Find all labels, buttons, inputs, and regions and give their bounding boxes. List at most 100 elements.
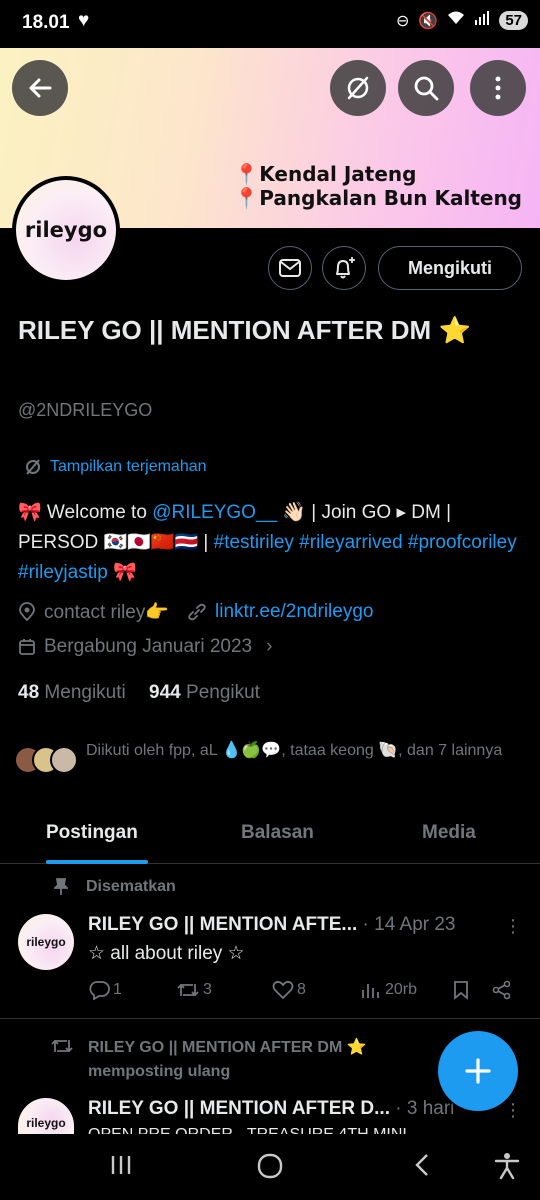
notify-button[interactable] (322, 246, 366, 290)
show-translation-label: Tampilkan terjemahan (50, 458, 207, 475)
banner-line-2: Pangkalan Bun Kalteng (259, 186, 522, 210)
plus-icon (465, 1058, 491, 1084)
location-text: contact riley👉 (44, 602, 170, 623)
translate-icon (26, 459, 40, 475)
follow-stats: 48 Mengikuti 944 Pengikut (18, 682, 260, 704)
joined-date: Bergabung Januari 2023 (44, 636, 253, 657)
battery-indicator: 57 (499, 11, 528, 30)
avatar-text: rileygo (26, 935, 66, 949)
status-bar: 18.01 ♥ ⊖ 🔇 57 (0, 0, 540, 48)
bar-chart-icon (362, 984, 379, 998)
pinned-label: Disematkan (86, 878, 176, 895)
followed-by[interactable]: Diikuti oleh fpp, aL 💧🍏💬, tataa keong 🐚,… (14, 738, 514, 778)
active-tab-indicator (46, 860, 148, 864)
arrow-left-icon (29, 78, 52, 98)
message-button[interactable] (268, 246, 312, 290)
bookmark-button[interactable] (452, 980, 470, 1000)
follower-avatars (14, 738, 80, 778)
followers-stat[interactable]: 944 Pengikut (149, 682, 260, 703)
bio-text: 🎀 Welcome to (18, 502, 153, 523)
share-icon (492, 980, 511, 1000)
heart-icon: ♥ (78, 10, 90, 31)
following-stat[interactable]: 48 Mengikuti (18, 682, 126, 703)
tab-postingan[interactable]: Postingan (46, 822, 138, 844)
profile-bio: 🎀 Welcome to @RILEYGO__ 👋🏻 | Join GO ▸ D… (18, 498, 518, 588)
pin-icon: 📍 (234, 162, 260, 186)
follower-avatar (50, 746, 78, 774)
tweet-author-name[interactable]: RILEY GO || MENTION AFTE... (88, 914, 357, 935)
calendar-icon (19, 639, 35, 655)
pinned-indicator: Disematkan (54, 878, 176, 896)
location-icon (19, 602, 35, 622)
tweet-header: RILEY GO || MENTION AFTER D... · 3 hari (88, 1098, 454, 1120)
retweet-count: 3 (203, 981, 212, 998)
do-not-disturb-icon: ⊖ (395, 12, 410, 30)
profile-meta: contact riley👉 linktr.ee/2ndrileygo (18, 600, 373, 624)
wifi-icon (447, 10, 465, 31)
tweet-more-button[interactable]: ⋮ (504, 1100, 522, 1121)
chevron-left-icon (415, 1154, 428, 1176)
home-button[interactable] (256, 1152, 284, 1185)
vertical-dots-icon (495, 76, 501, 100)
following-button[interactable]: Mengikuti (378, 246, 522, 290)
banner-line-1: Kendal Jateng (259, 162, 417, 186)
reply-button[interactable]: 1 (88, 980, 122, 1000)
display-name: RILEY GO || MENTION AFTER DM ⭐ (18, 315, 471, 345)
reply-count: 1 (113, 981, 122, 998)
bookmark-icon (454, 981, 468, 1000)
tab-media[interactable]: Media (422, 822, 476, 844)
tweet-divider (0, 1018, 540, 1019)
repost-label: RILEY GO || MENTION AFTER DM ⭐ mempostin… (88, 1039, 367, 1080)
back-nav-button[interactable] (410, 1152, 436, 1183)
tweet-actions: 1 3 8 20rb (88, 980, 518, 1006)
chevron-right-icon: › (266, 636, 273, 657)
views-count: 20rb (385, 981, 418, 998)
profile-tabs: Postingan Balasan Media (0, 806, 540, 864)
like-button[interactable]: 8 (272, 980, 306, 1000)
back-button[interactable] (12, 60, 68, 116)
signal-icon (474, 10, 490, 31)
tab-balasan[interactable]: Balasan (241, 822, 314, 844)
retweet-icon (177, 983, 199, 997)
following-label: Mengikuti (44, 682, 126, 703)
accessibility-button[interactable] (494, 1152, 520, 1185)
share-button[interactable] (492, 980, 512, 1000)
tweet-more-button[interactable]: ⋮ (504, 916, 522, 937)
translate-slash-icon (347, 76, 369, 100)
accessibility-icon (494, 1153, 520, 1180)
retweet-icon (51, 1039, 73, 1053)
reply-icon (89, 981, 110, 1000)
tweet-date: · 3 hari (395, 1098, 455, 1119)
more-options-button[interactable] (470, 60, 526, 116)
system-navigation-bar (0, 1134, 540, 1200)
recent-apps-button[interactable] (108, 1152, 134, 1183)
following-count: 48 (18, 682, 40, 703)
website-link[interactable]: linktr.ee/2ndrileygo (215, 601, 373, 623)
followers-label: Pengikut (186, 682, 260, 703)
search-button[interactable] (398, 60, 454, 116)
profile-handle: @2NDRILEYGO (18, 400, 153, 420)
tweet-header: RILEY GO || MENTION AFTE... · 14 Apr 23 (88, 914, 456, 936)
avatar-text: rileygo (26, 1116, 66, 1130)
like-count: 8 (297, 981, 306, 998)
status-icons: ⊖ 🔇 57 (396, 10, 528, 31)
tweet-text: OPEN PRE ORDER - TREASURE 4TH MINI (88, 1126, 407, 1134)
bell-plus-icon (336, 257, 355, 279)
joined-row[interactable]: Bergabung Januari 2023 › (18, 636, 272, 658)
translate-button[interactable] (330, 60, 386, 116)
bio-text: 🎀 (107, 562, 137, 583)
tweet-author-name[interactable]: RILEY GO || MENTION AFTER D... (88, 1098, 390, 1119)
compose-post-button[interactable] (438, 1031, 518, 1111)
views-button[interactable]: 20rb (360, 980, 417, 1000)
show-translation-link[interactable]: Tampilkan terjemahan (24, 458, 207, 476)
tweet-avatar[interactable]: rileygo (18, 1098, 74, 1134)
retweet-button[interactable]: 3 (176, 980, 212, 1000)
home-circle-icon (257, 1153, 283, 1179)
mute-icon: 🔇 (418, 12, 439, 30)
bio-mention-link[interactable]: @RILEYGO__ (152, 502, 277, 523)
profile-avatar[interactable]: rileygo (12, 176, 120, 284)
recent-apps-icon (111, 1156, 131, 1174)
status-time: 18.01 (22, 12, 70, 33)
tweet-avatar[interactable]: rileygo (18, 914, 74, 970)
search-icon (414, 76, 439, 101)
